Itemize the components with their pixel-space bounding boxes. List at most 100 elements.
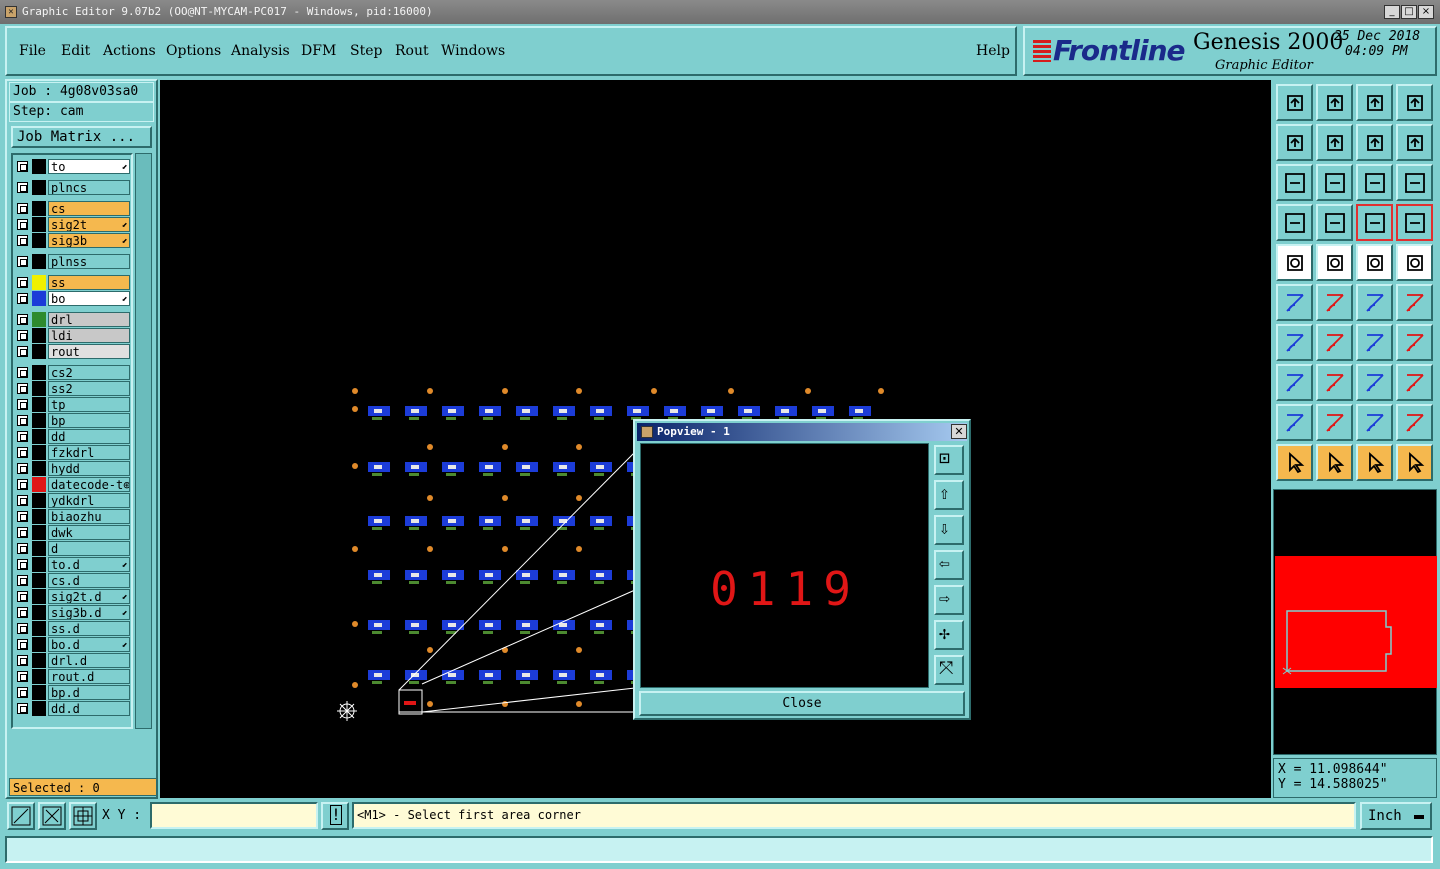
warning-button[interactable]: ! — [321, 802, 349, 830]
layer-checkbox[interactable] — [17, 463, 28, 474]
maximize-button[interactable]: □ — [1401, 5, 1417, 19]
layer-color-swatch[interactable] — [32, 365, 46, 380]
arch2-tool[interactable] — [1396, 404, 1433, 441]
menu-file[interactable]: File — [19, 43, 46, 59]
popview-pan-down-button[interactable]: ⇩ — [934, 515, 964, 545]
layer-checkbox[interactable] — [17, 687, 28, 698]
split-tool[interactable] — [1396, 324, 1433, 361]
minimize-button[interactable]: _ — [1384, 5, 1400, 19]
layer-name[interactable]: drl — [48, 312, 130, 327]
triangle-tool[interactable] — [1276, 404, 1313, 441]
layer-name[interactable]: tp — [48, 397, 130, 412]
layer-color-swatch[interactable] — [32, 653, 46, 668]
layer-checkbox[interactable] — [17, 431, 28, 442]
menu-edit[interactable]: Edit — [61, 43, 90, 59]
layer-checkbox[interactable] — [17, 639, 28, 650]
layer-color-swatch[interactable] — [32, 233, 46, 248]
angle-tool[interactable] — [1276, 324, 1313, 361]
layer-color-swatch[interactable] — [32, 573, 46, 588]
layer-checkbox[interactable] — [17, 235, 28, 246]
area-tool[interactable] — [1316, 244, 1353, 281]
group-tool[interactable] — [1396, 364, 1433, 401]
layer-color-swatch[interactable] — [32, 685, 46, 700]
zoom-area-button[interactable] — [7, 802, 35, 830]
layer-name[interactable]: sig2t.d ⬋ — [48, 589, 130, 604]
triangle2-tool[interactable] — [1316, 404, 1353, 441]
layer-checkbox[interactable] — [17, 383, 28, 394]
layer-checkbox[interactable] — [17, 623, 28, 634]
layer-name[interactable]: hydd — [48, 461, 130, 476]
layer-name[interactable]: bo ⬋ — [48, 291, 130, 306]
layer-name[interactable]: bo.d ⬋ — [48, 637, 130, 652]
layer-name[interactable]: fzkdrl — [48, 445, 130, 460]
layer-checkbox[interactable] — [17, 655, 28, 666]
pointer3-tool[interactable] — [1356, 444, 1393, 481]
layer-color-swatch[interactable] — [32, 637, 46, 652]
ruler-tool[interactable] — [1356, 244, 1393, 281]
popview-canvas[interactable]: 0119 — [640, 443, 929, 688]
home-tool[interactable] — [1356, 84, 1393, 121]
layer-color-swatch[interactable] — [32, 493, 46, 508]
layer-checkbox[interactable] — [17, 527, 28, 538]
layer-color-swatch[interactable] — [32, 701, 46, 716]
square-pad-tool[interactable] — [1276, 364, 1313, 401]
layer-color-swatch[interactable] — [32, 541, 46, 556]
popview-zoom-in-button[interactable]: ✢ — [934, 620, 964, 650]
layer-checkbox[interactable] — [17, 219, 28, 230]
layer-name[interactable]: cs — [48, 201, 130, 216]
popview-pan-up-button[interactable]: ⇧ — [934, 480, 964, 510]
net-tool[interactable] — [1276, 284, 1313, 321]
job-matrix-button[interactable]: Job Matrix ... — [11, 126, 152, 148]
undo-zoom-tool[interactable] — [1356, 124, 1393, 161]
pad-tool[interactable] — [1276, 244, 1313, 281]
layer-name[interactable]: plnss — [48, 254, 130, 269]
pan-left-tool[interactable] — [1276, 124, 1313, 161]
zoom-center-tool[interactable] — [1316, 164, 1353, 201]
layer-color-swatch[interactable] — [32, 291, 46, 306]
layer-name[interactable]: cs.d — [48, 573, 130, 588]
layer-color-swatch[interactable] — [32, 254, 46, 269]
layer-name[interactable]: rout — [48, 344, 130, 359]
layer-name[interactable]: ydkdrl — [48, 493, 130, 508]
pointer2-tool[interactable] — [1316, 444, 1353, 481]
popview-pan-left-button[interactable]: ⇦ — [934, 550, 964, 580]
layer-checkbox[interactable] — [17, 575, 28, 586]
snap-button[interactable] — [69, 802, 97, 830]
layer-sel-tool[interactable] — [1356, 204, 1393, 241]
layer-color-swatch[interactable] — [32, 477, 46, 492]
menu-dfm[interactable]: DFM — [301, 43, 336, 59]
help-tool[interactable] — [1396, 164, 1433, 201]
layer-scrollbar[interactable] — [135, 153, 152, 729]
layer-color-swatch[interactable] — [32, 275, 46, 290]
layer-color-swatch[interactable] — [32, 312, 46, 327]
layer-checkbox[interactable] — [17, 399, 28, 410]
layer-color-swatch[interactable] — [32, 461, 46, 476]
layer-name[interactable]: plncs — [48, 180, 130, 195]
layer-color-swatch[interactable] — [32, 669, 46, 684]
layer-checkbox[interactable] — [17, 447, 28, 458]
layer-name[interactable]: cs2 — [48, 365, 130, 380]
layer-checkbox[interactable] — [17, 543, 28, 554]
close-window-button[interactable]: × — [1418, 5, 1434, 19]
layer-name[interactable]: drl.d — [48, 653, 130, 668]
layer-name[interactable]: d — [48, 541, 130, 556]
layer-name[interactable]: sig3b ⬋ — [48, 233, 130, 248]
line-tool[interactable] — [1316, 324, 1353, 361]
xy-input[interactable] — [150, 802, 318, 829]
layer-checkbox[interactable] — [17, 314, 28, 325]
zoom-fit-tool[interactable] — [1276, 164, 1313, 201]
layer-name[interactable]: ldi — [48, 328, 130, 343]
layer-checkbox[interactable] — [17, 161, 28, 172]
layer-color-swatch[interactable] — [32, 328, 46, 343]
layer-checkbox[interactable] — [17, 591, 28, 602]
layer-color-swatch[interactable] — [32, 413, 46, 428]
layer-color-swatch[interactable] — [32, 381, 46, 396]
layer-name[interactable]: sig3b.d ⬋ — [48, 605, 130, 620]
menu-help[interactable]: Help — [976, 43, 1010, 59]
layer-checkbox[interactable] — [17, 277, 28, 288]
layer-checkbox[interactable] — [17, 330, 28, 341]
home-down-tool[interactable] — [1316, 84, 1353, 121]
connect-tool[interactable] — [1356, 284, 1393, 321]
popview-zoom-window-button[interactable]: ⊡ — [934, 445, 964, 475]
layer-color-swatch[interactable] — [32, 525, 46, 540]
